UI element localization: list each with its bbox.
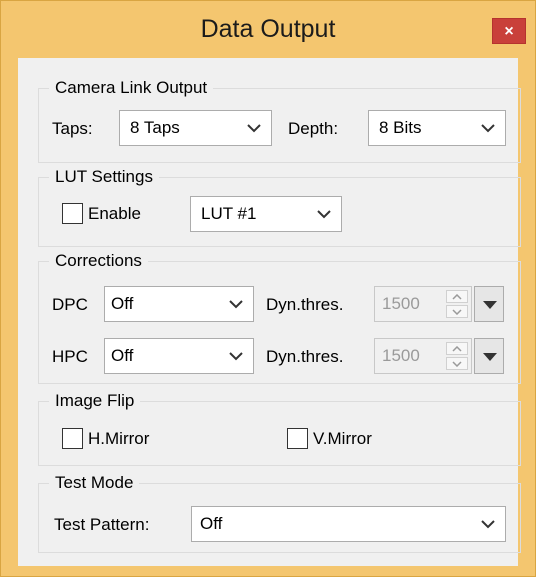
group-title: LUT Settings <box>49 166 159 188</box>
depth-label: Depth: <box>288 119 339 138</box>
taps-dropdown[interactable]: 8 Taps <box>119 110 272 146</box>
dpc-dropdown[interactable]: Off <box>104 286 254 322</box>
enable-label: Enable <box>88 204 141 223</box>
v-mirror-label: V.Mirror <box>313 429 372 448</box>
hpc-threshold-value: 1500 <box>382 346 420 365</box>
spin-up-button[interactable] <box>446 290 468 303</box>
hpc-label: HPC <box>52 347 88 366</box>
chevron-down-icon <box>452 309 462 315</box>
chevron-down-icon <box>481 124 495 133</box>
window-title: Data Output <box>200 15 336 43</box>
hpc-dropdown[interactable]: Off <box>104 338 254 374</box>
dpc-label: DPC <box>52 295 88 314</box>
title-bar[interactable]: Data Output × <box>1 1 535 56</box>
chevron-down-icon <box>481 520 495 529</box>
chevron-up-icon <box>452 346 462 352</box>
dpc-value: Off <box>111 294 134 313</box>
v-mirror-checkbox[interactable] <box>287 428 308 449</box>
spin-down-button[interactable] <box>446 357 468 370</box>
depth-dropdown[interactable]: 8 Bits <box>368 110 506 146</box>
dpc-threshold-spinbox[interactable]: 1500 <box>374 286 472 322</box>
h-mirror-checkbox[interactable] <box>62 428 83 449</box>
triangle-down-icon <box>483 301 497 309</box>
dpc-threshold-dropdown-button[interactable] <box>474 286 504 322</box>
depth-value: 8 Bits <box>379 118 422 137</box>
lut-dropdown[interactable]: LUT #1 <box>190 196 342 232</box>
test-pattern-label: Test Pattern: <box>54 515 150 534</box>
chevron-down-icon <box>452 361 462 367</box>
triangle-down-icon <box>483 353 497 361</box>
chevron-down-icon <box>247 124 261 133</box>
dpc-threshold-value: 1500 <box>382 294 420 313</box>
spin-down-button[interactable] <box>446 305 468 318</box>
test-pattern-dropdown[interactable]: Off <box>191 506 506 542</box>
group-title: Test Mode <box>49 472 140 494</box>
hpc-value: Off <box>111 346 134 365</box>
hpc-threshold-dropdown-button[interactable] <box>474 338 504 374</box>
dialog-client-area: Camera Link Output Taps: 8 Taps Depth: 8… <box>18 58 521 566</box>
close-icon: × <box>504 23 514 40</box>
test-pattern-value: Off <box>200 514 223 533</box>
enable-checkbox[interactable] <box>62 203 83 224</box>
group-title: Image Flip <box>49 390 141 412</box>
data-output-window: Data Output × Camera Link Output Taps: 8… <box>0 0 536 577</box>
group-title: Camera Link Output <box>49 77 214 99</box>
group-title: Corrections <box>49 250 148 272</box>
dpc-dyn-thres-label: Dyn.thres. <box>266 295 344 314</box>
chevron-down-icon <box>229 300 243 309</box>
hpc-dyn-thres-label: Dyn.thres. <box>266 347 344 366</box>
chevron-down-icon <box>229 352 243 361</box>
close-button[interactable]: × <box>492 18 526 44</box>
lut-value: LUT #1 <box>201 204 257 223</box>
chevron-up-icon <box>452 294 462 300</box>
chevron-down-icon <box>317 210 331 219</box>
spin-up-button[interactable] <box>446 342 468 355</box>
taps-value: 8 Taps <box>130 118 180 137</box>
h-mirror-label: H.Mirror <box>88 429 150 448</box>
taps-label: Taps: <box>52 119 93 138</box>
hpc-threshold-spinbox[interactable]: 1500 <box>374 338 472 374</box>
